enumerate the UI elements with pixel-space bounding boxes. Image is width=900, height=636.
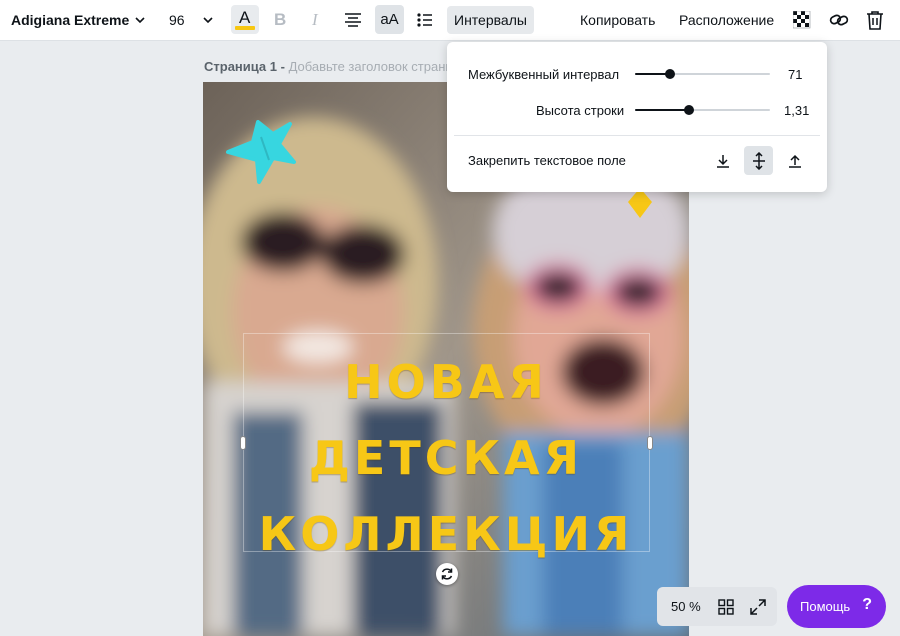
headline-line: детская xyxy=(308,431,584,485)
font-size-input[interactable]: 96 xyxy=(169,0,185,40)
position-button[interactable]: Расположение xyxy=(679,0,774,40)
letter-spacing-label: Межбуквенный интервал xyxy=(468,67,620,82)
spacing-button[interactable]: Интервалы xyxy=(447,6,534,34)
spacing-popover: Межбуквенный интервал 71 Высота строки 1… xyxy=(447,42,827,192)
text-color-letter: A xyxy=(239,8,251,27)
rotate-handle-icon[interactable] xyxy=(436,563,458,585)
list-icon[interactable] xyxy=(417,12,433,28)
headline-line: коллекция xyxy=(258,507,634,561)
anchor-middle-icon xyxy=(752,151,765,170)
editor-toolbar: Adigiana Extreme 96 A B I aA Интервалы К… xyxy=(0,0,900,41)
help-question-icon: ? xyxy=(862,596,872,613)
anchor-bottom-icon xyxy=(788,154,801,168)
anchor-label: Закрепить текстовое поле xyxy=(468,153,626,168)
letter-spacing-slider[interactable] xyxy=(635,68,770,80)
chevron-down-icon[interactable] xyxy=(202,14,214,26)
divider xyxy=(454,135,820,136)
help-button[interactable]: Помощь ? xyxy=(787,585,886,628)
slider-thumb[interactable] xyxy=(684,105,694,115)
slider-thumb[interactable] xyxy=(665,69,676,79)
font-family-select[interactable]: Adigiana Extreme xyxy=(11,0,129,40)
anchor-top-button[interactable] xyxy=(708,146,737,175)
bold-button[interactable]: B xyxy=(274,10,286,30)
trash-icon[interactable] xyxy=(866,10,884,30)
zoom-controls: 50 % xyxy=(657,587,777,626)
copy-style-button[interactable]: Копировать xyxy=(580,0,655,40)
line-height-slider[interactable] xyxy=(635,104,770,116)
grid-view-icon[interactable] xyxy=(718,599,734,615)
italic-button[interactable]: I xyxy=(312,10,318,30)
link-icon[interactable] xyxy=(829,11,849,29)
page-number: Страница 1 - xyxy=(204,59,285,74)
page-title-placeholder[interactable]: Добавьте заголовок страницы xyxy=(289,59,447,74)
headline-line: новая xyxy=(344,355,548,409)
help-label: Помощь xyxy=(800,599,851,614)
letter-spacing-value[interactable]: 71 xyxy=(788,67,802,82)
anchor-bottom-button[interactable] xyxy=(780,146,809,175)
fullscreen-icon[interactable] xyxy=(749,598,767,616)
chevron-down-icon[interactable] xyxy=(134,14,146,26)
page-title-row[interactable]: Страница 1 - Добавьте заголовок страницы xyxy=(204,59,447,74)
letter-case-button[interactable]: aA xyxy=(375,5,404,34)
transparency-icon[interactable] xyxy=(793,11,811,29)
anchor-top-icon xyxy=(716,154,729,168)
zoom-level[interactable]: 50 % xyxy=(671,599,701,614)
line-height-value[interactable]: 1,31 xyxy=(784,103,809,118)
anchor-middle-button[interactable] xyxy=(744,146,773,175)
headline-text[interactable]: новая детская коллекция xyxy=(203,344,689,572)
align-center-icon[interactable] xyxy=(344,12,362,28)
text-color-swatch xyxy=(235,26,255,30)
text-color-button[interactable]: A xyxy=(231,5,259,34)
line-height-label: Высота строки xyxy=(536,103,625,118)
